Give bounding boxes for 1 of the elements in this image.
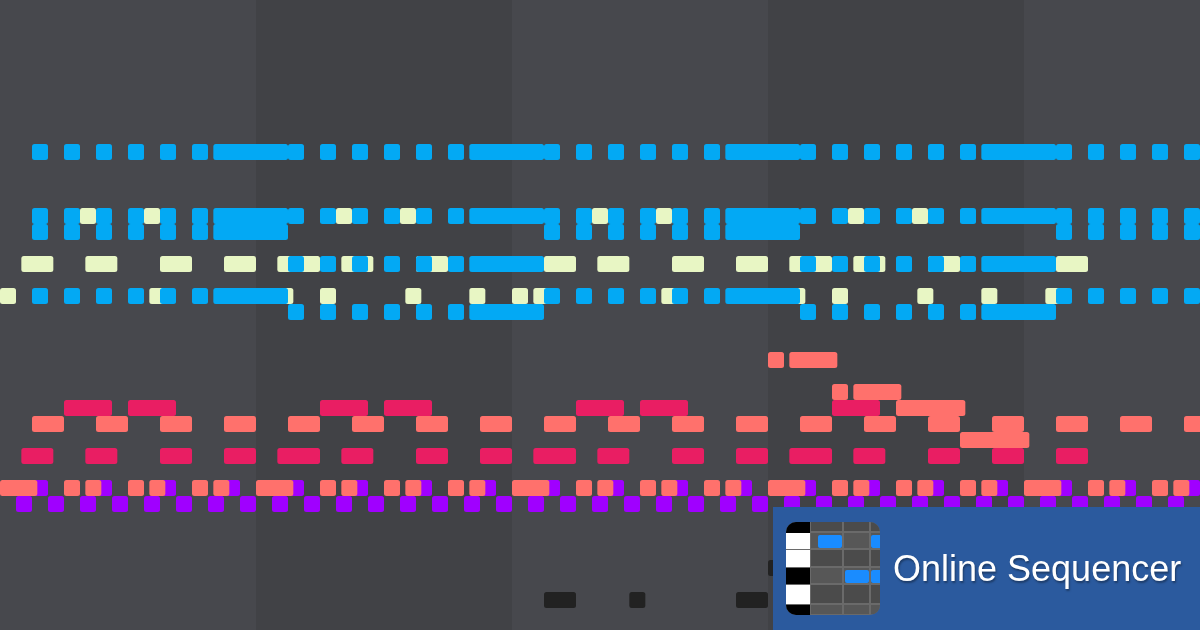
brand-name: Online Sequencer [893,550,1182,587]
